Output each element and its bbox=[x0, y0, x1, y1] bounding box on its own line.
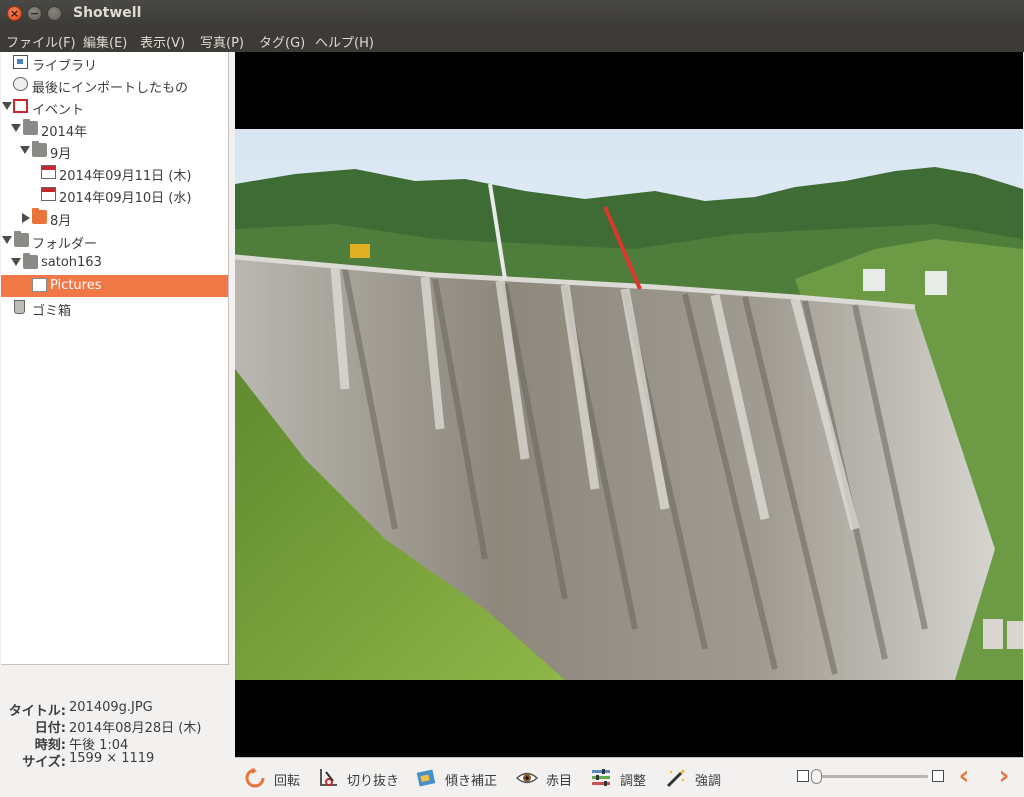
property-size: サイズ: 1599 × 1119 bbox=[0, 751, 229, 770]
menu-edit[interactable]: 編集(E) bbox=[83, 32, 127, 51]
sidebar: ライブラリ 最後にインポートしたもの イベント 2014年 9月 2014年09… bbox=[1, 52, 229, 665]
calendar-icon bbox=[41, 165, 56, 179]
adjust-label: 調整 bbox=[620, 774, 647, 789]
sidebar-item-pictures[interactable]: Pictures bbox=[1, 275, 228, 297]
menu-photo[interactable]: 写真(P) bbox=[200, 32, 244, 51]
photo-image bbox=[235, 129, 1023, 680]
sidebar-item-satoh163[interactable]: satoh163 bbox=[1, 252, 228, 274]
enhance-label: 強調 bbox=[695, 774, 722, 789]
zoom-slider-track[interactable] bbox=[813, 775, 928, 778]
sidebar-item-label: 2014年 bbox=[41, 125, 88, 140]
expander-down-icon[interactable] bbox=[2, 102, 12, 110]
rotate-icon bbox=[245, 768, 265, 788]
sidebar-item-events[interactable]: イベント bbox=[1, 96, 228, 118]
property-label: サイズ: bbox=[22, 755, 66, 770]
sidebar-item-label: Pictures bbox=[50, 278, 102, 293]
folder-icon bbox=[32, 208, 47, 224]
rotate-label: 回転 bbox=[274, 774, 301, 789]
straighten-icon bbox=[416, 769, 436, 787]
adjust-sliders-icon bbox=[592, 769, 610, 786]
sidebar-item-label: 最後にインポートしたもの bbox=[32, 81, 189, 96]
pictures-folder-icon bbox=[32, 278, 47, 292]
library-icon bbox=[13, 55, 28, 69]
property-value: 1599 × 1119 bbox=[69, 751, 155, 766]
window-title: Shotwell bbox=[73, 5, 142, 21]
close-window-button[interactable]: × bbox=[7, 6, 22, 21]
expander-right-icon[interactable] bbox=[22, 213, 30, 223]
menu-view[interactable]: 表示(V) bbox=[140, 32, 185, 51]
sidebar-item-label: ゴミ箱 bbox=[32, 304, 72, 319]
redeye-label: 赤目 bbox=[546, 774, 573, 789]
property-date: 日付: 2014年08月28日 (木) bbox=[0, 717, 229, 736]
sidebar-item-label: 2014年09月10日 (水) bbox=[59, 191, 192, 206]
magic-wand-icon bbox=[666, 768, 686, 788]
crop-label: 切り抜き bbox=[347, 774, 400, 789]
property-title: タイトル: 201409g.JPG bbox=[0, 700, 229, 719]
photo-viewer[interactable] bbox=[235, 52, 1023, 757]
expander-down-icon[interactable] bbox=[20, 146, 30, 154]
sidebar-item-month-8[interactable]: 8月 bbox=[1, 207, 228, 229]
menu-help[interactable]: ヘルプ(H) bbox=[315, 32, 374, 51]
sidebar-item-label: ライブラリ bbox=[32, 59, 98, 74]
sidebar-item-year-2014[interactable]: 2014年 bbox=[1, 118, 228, 140]
events-icon bbox=[13, 99, 28, 113]
folder-icon bbox=[23, 253, 38, 269]
crop-scissors-icon bbox=[320, 769, 337, 786]
menu-tags[interactable]: タグ(G) bbox=[259, 32, 305, 51]
zoom-out-icon[interactable] bbox=[797, 770, 809, 782]
sidebar-item-folders[interactable]: フォルダー bbox=[1, 230, 228, 252]
clock-icon bbox=[13, 77, 28, 91]
zoom-in-icon[interactable] bbox=[932, 770, 944, 782]
property-time: 時刻: 午後 1:04 bbox=[0, 734, 229, 753]
sidebar-item-last-import[interactable]: 最後にインポートしたもの bbox=[1, 74, 228, 96]
properties-pane: タイトル: 201409g.JPG 日付: 2014年08月28日 (木) 時刻… bbox=[0, 665, 229, 796]
expander-down-icon[interactable] bbox=[11, 258, 21, 266]
edit-toolbar: 回転 切り抜き 傾き補正 赤目 調整 強調 ‹ › bbox=[235, 757, 1024, 797]
property-value: 201409g.JPG bbox=[69, 700, 153, 715]
sidebar-item-label: イベント bbox=[32, 103, 85, 118]
sidebar-item-label: フォルダー bbox=[32, 237, 98, 252]
expander-down-icon[interactable] bbox=[11, 124, 21, 132]
sidebar-item-day-0911[interactable]: 2014年09月11日 (木) bbox=[1, 162, 228, 184]
sidebar-item-label: 8月 bbox=[50, 214, 72, 229]
calendar-icon bbox=[41, 187, 56, 201]
sidebar-item-label: 2014年09月11日 (木) bbox=[59, 169, 192, 184]
sidebar-item-trash[interactable]: ゴミ箱 bbox=[1, 297, 228, 319]
sidebar-item-day-0910[interactable]: 2014年09月10日 (水) bbox=[1, 184, 228, 206]
folder-icon bbox=[14, 231, 29, 247]
eye-icon bbox=[516, 772, 538, 784]
next-photo-button[interactable]: › bbox=[993, 763, 1015, 790]
folder-icon bbox=[23, 119, 38, 135]
menu-file[interactable]: ファイル(F) bbox=[6, 32, 76, 51]
expander-down-icon[interactable] bbox=[2, 236, 12, 244]
sidebar-item-label: satoh163 bbox=[41, 255, 102, 270]
maximize-window-button[interactable] bbox=[47, 6, 62, 21]
sidebar-item-label: 9月 bbox=[50, 147, 72, 162]
sidebar-item-month-9[interactable]: 9月 bbox=[1, 140, 228, 162]
sidebar-item-library[interactable]: ライブラリ bbox=[1, 52, 228, 74]
minimize-window-button[interactable]: − bbox=[27, 6, 42, 21]
trash-icon bbox=[14, 300, 25, 314]
zoom-slider-knob[interactable] bbox=[811, 769, 822, 784]
previous-photo-button[interactable]: ‹ bbox=[953, 763, 975, 790]
straighten-label: 傾き補正 bbox=[445, 774, 498, 789]
folder-icon bbox=[32, 141, 47, 157]
title-bar: × − Shotwell bbox=[0, 0, 1024, 28]
menu-bar: ファイル(F) 編集(E) 表示(V) 写真(P) タグ(G) ヘルプ(H) bbox=[0, 28, 1024, 52]
